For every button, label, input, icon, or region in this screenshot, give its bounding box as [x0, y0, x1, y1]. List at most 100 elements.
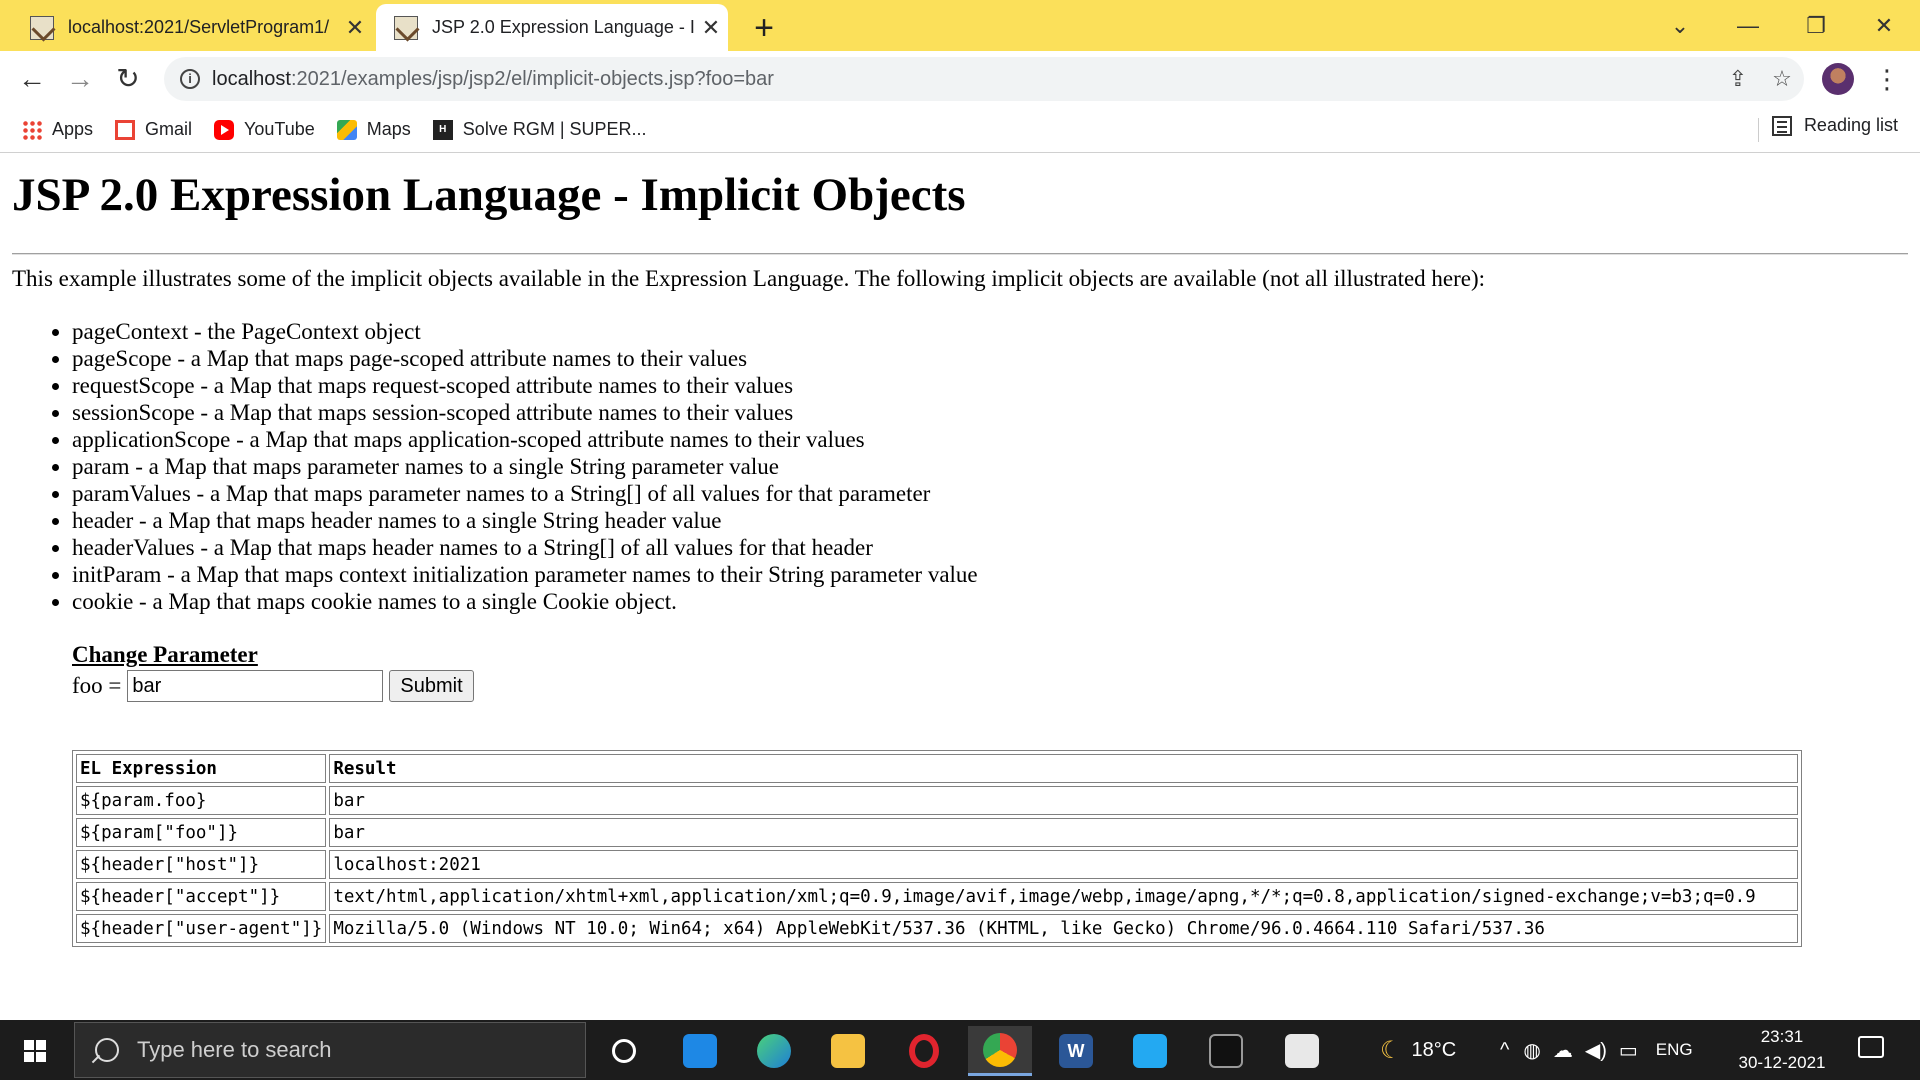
bookmark-star-icon[interactable]: ☆ — [1760, 66, 1804, 92]
window-close-button[interactable]: ✕ — [1854, 6, 1914, 46]
restore-button[interactable]: ❐ — [1786, 6, 1846, 46]
word-icon: W — [1059, 1034, 1093, 1068]
terminal-icon — [1209, 1034, 1243, 1068]
table-header-row: EL Expression Result — [76, 754, 1798, 783]
new-tab-button[interactable]: + — [744, 6, 784, 50]
intro-paragraph: This example illustrates some of the imp… — [12, 266, 1486, 291]
el-results-table: EL Expression Result ${param.foo} bar ${… — [72, 750, 1802, 947]
bookmark-apps[interactable]: Apps — [22, 115, 93, 145]
clock-date: 30-12-2021 — [1738, 1053, 1826, 1072]
page-content: JSP 2.0 Expression Language - Implicit O… — [0, 154, 1920, 1020]
back-arrow-icon[interactable]: ← — [12, 59, 52, 99]
java-icon — [1285, 1034, 1319, 1068]
foo-input[interactable] — [127, 670, 384, 702]
word-app[interactable]: W — [1044, 1026, 1108, 1076]
close-icon[interactable]: ✕ — [694, 15, 728, 41]
bookmark-label: YouTube — [244, 119, 315, 139]
column-header: Result — [329, 754, 1798, 783]
bookmark-maps[interactable]: Maps — [336, 115, 411, 145]
minimize-button[interactable]: — — [1718, 6, 1778, 46]
opera-app[interactable] — [892, 1026, 956, 1076]
column-header: EL Expression — [76, 754, 327, 783]
site-info-icon[interactable]: i — [180, 69, 200, 89]
battery-icon[interactable]: ▭ — [1619, 1038, 1638, 1063]
bookmark-solve-rgm[interactable]: H Solve RGM | SUPER... — [432, 115, 647, 145]
start-button[interactable] — [0, 1020, 72, 1080]
weather-temperature: 18°C — [1411, 1038, 1457, 1061]
list-item: applicationScope - a Map that maps appli… — [72, 426, 978, 453]
url-text[interactable]: localhost:2021/examples/jsp/jsp2/el/impl… — [212, 68, 1716, 91]
mail-app[interactable] — [668, 1026, 732, 1076]
result-cell: Mozilla/5.0 (Windows NT 10.0; Win64; x64… — [329, 914, 1798, 943]
profile-avatar[interactable] — [1822, 63, 1854, 95]
search-icon — [95, 1038, 119, 1062]
terminal-app[interactable] — [1194, 1026, 1258, 1076]
network-globe-icon[interactable]: ◍ — [1523, 1038, 1540, 1063]
taskbar-clock[interactable]: 23:31 30-12-2021 — [1732, 1024, 1832, 1076]
vscode-icon — [1133, 1034, 1167, 1068]
file-explorer-icon — [831, 1034, 865, 1068]
tab-strip: localhost:2021/ServletProgram1/ ✕ JSP 2.… — [0, 0, 1920, 51]
chrome-app[interactable] — [968, 1026, 1032, 1076]
page-title: JSP 2.0 Expression Language - Implicit O… — [12, 169, 966, 221]
taskbar-search-box[interactable]: Type here to search — [74, 1022, 586, 1078]
bookmark-youtube[interactable]: YouTube — [214, 115, 315, 145]
reading-list-icon — [1771, 115, 1792, 136]
file-explorer-app[interactable] — [816, 1026, 880, 1076]
table-row: ${header["accept"]} text/html,applicatio… — [76, 882, 1798, 911]
expression-cell: ${header["host"]} — [76, 850, 327, 879]
system-tray: ^ ◍ ☁ ◀) ▭ ENG — [1500, 1020, 1693, 1080]
notification-center-icon[interactable] — [1858, 1036, 1884, 1058]
implicit-objects-list: pageContext - the PageContext object pag… — [42, 318, 978, 615]
weather-widget[interactable]: ☾ 18°C — [1380, 1020, 1456, 1080]
tab-jsp-expression-language[interactable]: JSP 2.0 Expression Language - Im ✕ — [376, 4, 728, 51]
reading-list-button[interactable]: Reading list — [1771, 115, 1898, 136]
onedrive-cloud-icon[interactable]: ☁ — [1553, 1038, 1573, 1063]
bookmark-label: Solve RGM | SUPER... — [462, 119, 647, 139]
vscode-app[interactable] — [1118, 1026, 1182, 1076]
share-icon[interactable]: ⇪ — [1716, 66, 1760, 92]
reading-list-label: Reading list — [1803, 115, 1898, 135]
tab-title: localhost:2021/ServletProgram1/ — [68, 17, 330, 37]
close-icon[interactable]: ✕ — [338, 15, 372, 41]
list-item: header - a Map that maps header names to… — [72, 507, 978, 534]
windows-logo-icon — [24, 1040, 46, 1062]
forward-arrow-icon[interactable]: → — [60, 59, 100, 99]
reload-icon[interactable]: ↻ — [108, 59, 148, 99]
browser-toolbar: ← → ↻ i localhost:2021/examples/jsp/jsp2… — [0, 51, 1920, 107]
list-item: requestScope - a Map that maps request-s… — [72, 372, 978, 399]
bookmark-gmail[interactable]: Gmail — [115, 115, 192, 145]
tab-search-chevron-icon[interactable]: ⌄ — [1650, 6, 1710, 46]
expression-cell: ${header["user-agent"]} — [76, 914, 327, 943]
search-placeholder: Type here to search — [137, 1037, 332, 1062]
list-item: pageContext - the PageContext object — [72, 318, 978, 345]
weather-moon-icon: ☾ — [1380, 1036, 1402, 1064]
cortana-button[interactable] — [592, 1026, 656, 1076]
list-item: cookie - a Map that maps cookie names to… — [72, 588, 978, 615]
java-app[interactable] — [1270, 1026, 1334, 1076]
expression-cell: ${param.foo} — [76, 786, 327, 815]
list-item: pageScope - a Map that maps page-scoped … — [72, 345, 978, 372]
volume-icon[interactable]: ◀) — [1585, 1038, 1607, 1063]
tab-servlet-program[interactable]: localhost:2021/ServletProgram1/ ✕ — [12, 4, 372, 51]
youtube-icon — [214, 119, 235, 140]
result-cell: bar — [329, 786, 1798, 815]
change-parameter-form: Change Parameter foo = Submit — [72, 642, 474, 702]
list-item: sessionScope - a Map that maps session-s… — [72, 399, 978, 426]
bookmarks-bar: Apps Gmail YouTube Maps H Solve RGM | SU… — [0, 107, 1920, 153]
result-cell: localhost:2021 — [329, 850, 1798, 879]
hackerrank-icon: H — [432, 119, 453, 140]
tray-chevron-up-icon[interactable]: ^ — [1500, 1039, 1509, 1062]
chrome-icon — [983, 1032, 1017, 1067]
list-item: headerValues - a Map that maps header na… — [72, 534, 978, 561]
address-bar[interactable]: i localhost:2021/examples/jsp/jsp2/el/im… — [164, 57, 1804, 101]
edge-app[interactable] — [742, 1026, 806, 1076]
mail-icon — [683, 1034, 717, 1068]
table-row: ${header["user-agent"]} Mozilla/5.0 (Win… — [76, 914, 1798, 943]
horizontal-rule — [12, 253, 1908, 255]
result-cell: text/html,application/xhtml+xml,applicat… — [329, 882, 1798, 911]
browser-menu-icon[interactable]: ⋮ — [1872, 61, 1902, 97]
submit-button[interactable]: Submit — [389, 670, 474, 702]
clock-time: 23:31 — [1760, 1027, 1804, 1046]
language-indicator[interactable]: ENG — [1656, 1040, 1693, 1060]
